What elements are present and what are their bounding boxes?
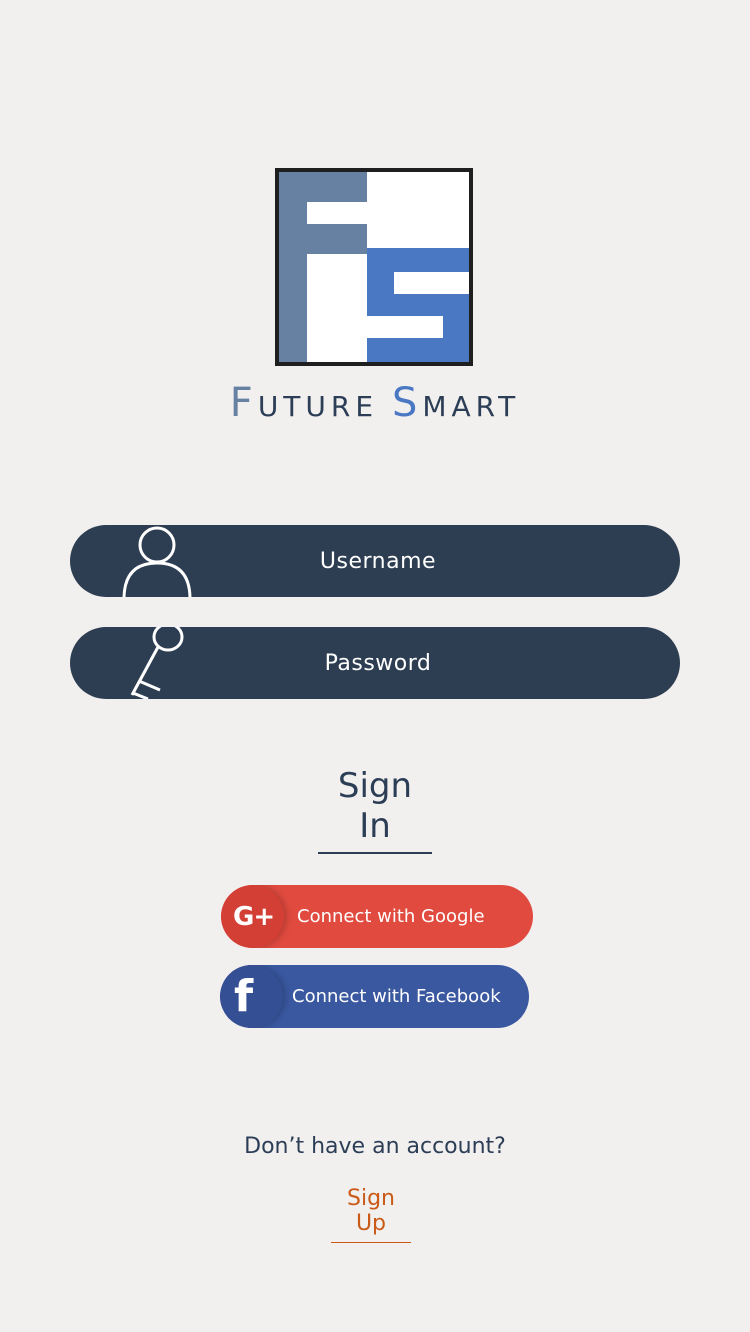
connect-google-button[interactable]: G+ Connect with Google <box>221 885 533 948</box>
password-field[interactable]: Password <box>70 627 680 699</box>
google-label: Connect with Google <box>297 906 485 927</box>
google-plus-icon: G+ <box>233 902 275 932</box>
brand-word-smart: MART <box>422 390 521 423</box>
fs-logo-icon <box>279 172 469 362</box>
brand-letter-f: F <box>229 380 258 426</box>
username-field[interactable]: Username <box>70 525 680 597</box>
username-placeholder: Username <box>319 548 437 574</box>
facebook-label: Connect with Facebook <box>292 986 501 1007</box>
brand-name: FUTURE SMART <box>0 380 750 426</box>
google-icon-circle: G+ <box>221 885 284 948</box>
facebook-icon: f <box>234 971 254 1022</box>
sign-in-button[interactable]: Sign In <box>318 766 432 854</box>
password-placeholder: Password <box>324 650 432 676</box>
app-logo <box>275 168 473 366</box>
facebook-icon-circle: f <box>220 965 283 1028</box>
sign-up-link[interactable]: Sign Up <box>331 1186 411 1243</box>
brand-word-future: UTURE <box>257 390 379 423</box>
connect-facebook-button[interactable]: f Connect with Facebook <box>220 965 529 1028</box>
no-account-text: Don’t have an account? <box>244 1134 506 1159</box>
brand-letter-s: S <box>391 380 423 426</box>
